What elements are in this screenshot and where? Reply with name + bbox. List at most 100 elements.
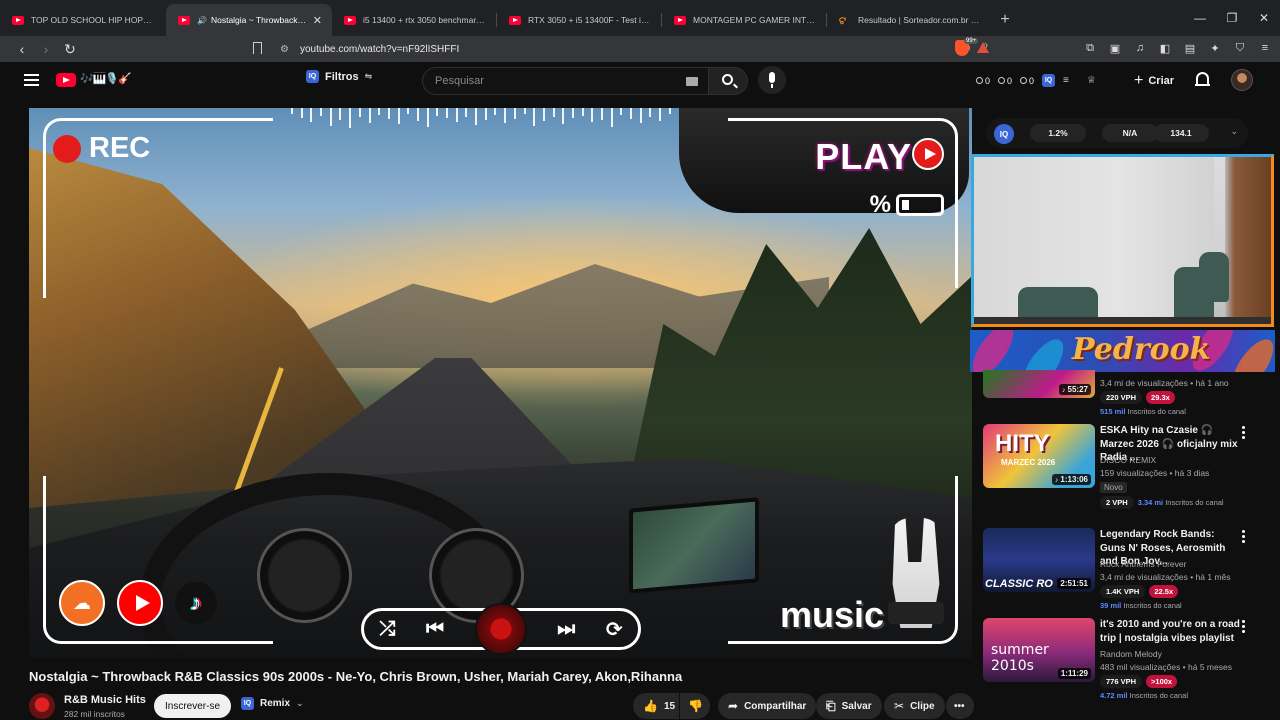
equalizer-bars [291,108,671,130]
search-input[interactable]: Pesquisar [422,67,708,95]
duration-text: 55:27 [1067,385,1088,394]
filters-label: Filtros [325,70,359,83]
like-button[interactable]: 👍 15 [633,693,679,719]
video-thumbnail[interactable]: CLASSIC RO 2:51:51 [983,528,1095,592]
plus-icon: + [1134,72,1144,89]
youtube-logo-icon[interactable] [56,73,76,87]
webcam-bottom-bar [974,317,1271,324]
back-arrow-icon[interactable]: ‹ [12,39,32,59]
speaker-icon[interactable]: 🔊 [197,16,207,25]
duration-badge: 2:51:51 [1057,578,1091,589]
clip-label: Clipe [910,700,935,712]
recommendation-item[interactable]: summer 2010s 1:11:29 it's 2010 and you'r… [983,618,1273,704]
music-note-icon: ♪ [1054,477,1059,484]
bookmark-icon[interactable] [253,42,262,54]
recommendation-item[interactable]: HITY MARZEC 2026 ♪ 1:13:06 ESKA Hity na C… [983,424,1273,514]
brave-rewards-icon[interactable] [977,42,989,53]
more-options-icon[interactable] [1242,530,1246,545]
site-settings-icon[interactable]: ⚙ [280,44,289,55]
iq-extension-icon: IQ [306,70,319,83]
channel-name[interactable]: DISCO REMIX [1100,455,1156,465]
tab-sorteador[interactable]: ଟ Resultado | Sorteador.com.br - O Site [827,4,991,36]
extension-icon[interactable]: ⧉ [1083,41,1097,55]
wallet-icon[interactable]: ▤ [1183,41,1197,55]
recommendation-item[interactable]: CLASSIC RO 2:51:51 Legendary Rock Bands:… [983,528,1273,614]
iq-extension-icon[interactable]: IQ [1042,74,1056,87]
video-thumbnail[interactable]: ♪ 55:27 [983,370,1095,398]
duration-text: 1:13:06 [1060,475,1088,484]
save-button[interactable]: ⎗ Salvar [816,693,882,719]
forward-arrow-icon[interactable]: › [36,39,56,59]
screenshot-icon[interactable]: ▣ [1108,41,1122,55]
tab-nostalgia[interactable]: 🔊 Nostalgia ~ Throwback R&B C ✕ [166,4,332,36]
duration-badge: 1:11:29 [1057,668,1091,679]
vpn-shield-icon[interactable]: ⛉ [1233,41,1247,55]
menu-icon[interactable]: ≡ [1258,41,1272,55]
guide-menu-icon[interactable] [24,74,39,86]
thumbnail-text: HITY [995,430,1050,457]
recommendation-item[interactable]: ♪ 55:27 3,4 mi de visualizações • há 1 an… [983,334,1273,424]
video-thumbnail[interactable]: summer 2010s 1:11:29 [983,618,1095,682]
restore-icon[interactable]: ❐ [1216,0,1248,36]
multiplier-badge: 29.3x [1146,391,1175,404]
soundcloud-icon: ☁ [59,580,105,626]
equalizer-bar [387,108,390,119]
iq-extension-icon[interactable]: IQ [994,124,1014,144]
equalizer-bar [397,108,400,124]
channel-name[interactable]: Rock Anthems Forever [1100,559,1186,569]
more-options-icon[interactable] [1242,426,1246,441]
dislike-button[interactable]: 👎 [680,693,710,719]
ai-sparkle-icon[interactable]: ✦ [1208,41,1222,55]
video-thumbnail[interactable]: HITY MARZEC 2026 ♪ 1:13:06 [983,424,1095,488]
sidebar-toggle-icon[interactable]: ◧ [1158,41,1172,55]
tab-benchmark[interactable]: i5 13400 + rtx 3050 benchmark - You [332,4,496,36]
keyboard-icon[interactable] [686,77,698,86]
tab-rtx-test[interactable]: RTX 3050 + i5 13400F - Test in 18 Ga [497,4,661,36]
voice-search-button[interactable] [758,66,786,94]
address-bar: ‹ › ↻ ⚙ youtube.com/watch?v=nF92lISHFFI … [0,36,1280,62]
music-text: music [779,594,884,635]
equalizer-bar [610,108,613,127]
create-button[interactable]: + Criar [1134,72,1174,90]
channel-avatar[interactable] [29,693,55,719]
close-window-icon[interactable]: ✕ [1248,0,1280,36]
more-options-icon[interactable] [1242,620,1246,635]
notifications-bell-icon[interactable] [1195,72,1210,86]
share-button[interactable]: ➦ Compartilhar [718,693,817,719]
search-icon [722,74,733,85]
stat-item: 0 [1020,76,1034,86]
minimize-icon[interactable]: — [1184,0,1216,36]
more-actions-button[interactable]: ••• [946,693,974,719]
remix-button[interactable]: IQ Remix ⌄ [241,697,304,710]
video-meta: 3,4 mi de visualizações • há 1 ano [1100,378,1229,388]
close-tab-icon[interactable]: ✕ [313,14,322,27]
equalizer-bar [436,108,439,116]
equalizer-bar [291,108,293,114]
video-player[interactable]: REC PLAY % ☁ ♪ ⤮ ⏮ ⏭ ⟳ music [29,108,972,658]
social-icons: ☁ ♪ [59,580,217,626]
video-title[interactable]: it's 2010 and you're on a road trip | no… [1100,618,1240,645]
music-note-icon[interactable]: ♫ [1133,41,1147,55]
chevron-down-icon[interactable]: ⌄ [1230,126,1238,137]
new-tab-button[interactable]: + [991,4,1019,36]
search-button[interactable] [708,67,748,95]
reload-icon[interactable]: ↻ [60,39,80,59]
channel-name[interactable]: Random Melody [1100,649,1162,659]
rec-indicator: REC [53,132,150,165]
filters-button[interactable]: IQ Filtros ⇋ [306,70,372,83]
channel-name[interactable]: R&B Music Hits [64,694,146,706]
url-text[interactable]: youtube.com/watch?v=nF92lISHFFI [300,44,459,55]
tab-hip-hop[interactable]: TOP OLD SCHOOL HIP HOP🔥🔥 Ice [0,4,166,36]
logo-doodle[interactable]: 🎶🎹🎙️🎸 [80,72,132,85]
equalizer-bar [416,108,419,121]
list-icon[interactable]: ≡ [1063,75,1069,86]
url-field[interactable]: ⚙ youtube.com/watch?v=nF92lISHFFI [250,38,1010,60]
equalizer-bar [523,108,526,114]
trophy-icon[interactable]: ♕ [1087,75,1096,86]
youtube-favicon-icon [178,15,190,25]
tab-montagem[interactable]: MONTAGEM PC GAMER INTEL GIGA [662,4,826,36]
subscribe-button[interactable]: Inscrever-se [154,694,231,718]
youtube-favicon-icon [344,15,356,25]
user-avatar[interactable] [1231,69,1253,91]
clip-button[interactable]: ✂ Clipe [884,693,945,719]
